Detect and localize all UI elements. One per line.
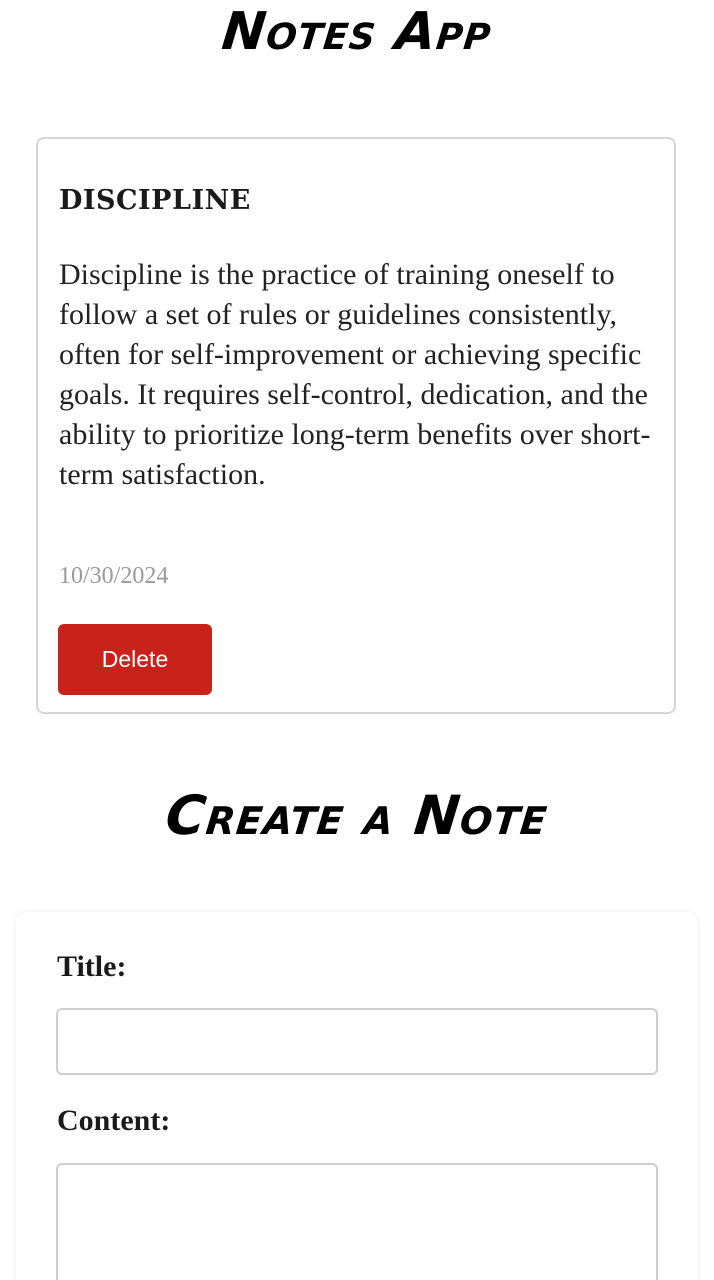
app-title: Notes App	[219, 2, 495, 62]
note-date: 10/30/2024	[59, 563, 169, 589]
create-note-form: Title: Content:	[16, 912, 698, 1280]
delete-button[interactable]: Delete	[58, 624, 212, 695]
note-title: DISCIPLINE	[59, 185, 251, 216]
content-textarea[interactable]	[56, 1163, 658, 1280]
note-content: Discipline is the practice of training o…	[59, 258, 651, 491]
content-label: Content:	[57, 1104, 171, 1137]
create-note-heading: Create a Note	[162, 784, 552, 847]
title-label: Title:	[57, 950, 127, 983]
title-input[interactable]	[56, 1008, 658, 1075]
note-card: DISCIPLINE Discipline is the practice of…	[36, 137, 676, 714]
